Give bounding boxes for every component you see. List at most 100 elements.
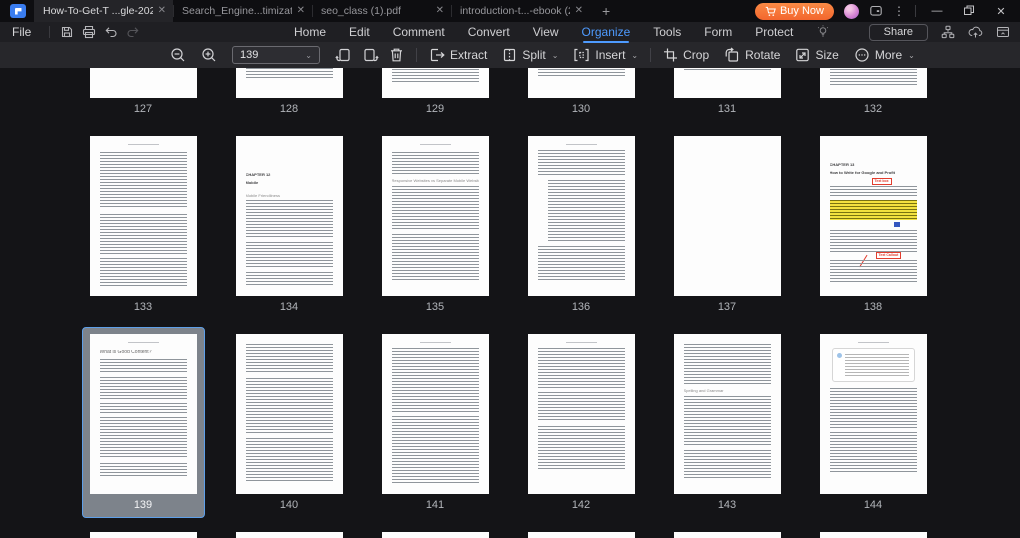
rotate-button[interactable]: Rotate (724, 47, 780, 63)
page-thumbnail[interactable]: CHAPTER 13 How to Write for Google and Pr… (812, 129, 935, 320)
collapse-toolbar-icon[interactable] (996, 25, 1010, 39)
save-icon[interactable] (56, 25, 78, 39)
page-thumbnail[interactable]: 144 (812, 327, 935, 518)
tab-close-icon[interactable]: ✕ (158, 6, 166, 16)
page-thumbnail[interactable]: 136 (520, 129, 643, 320)
user-avatar[interactable] (844, 3, 859, 19)
menu-form[interactable]: Form (704, 22, 732, 42)
page-number-label: 134 (279, 301, 299, 313)
page-preview (819, 334, 927, 494)
page-preview (527, 334, 635, 494)
page-number-label: 128 (279, 103, 299, 115)
redo-icon[interactable] (122, 25, 144, 39)
minimize-button[interactable]: — (926, 5, 948, 17)
buy-now-button[interactable]: Buy Now (754, 2, 834, 20)
chevron-down-icon: ⌄ (305, 50, 312, 60)
menu-home[interactable]: Home (294, 22, 326, 42)
page-thumbnail-cell: 130 (508, 68, 654, 129)
page-thumbnail[interactable]: 149 (666, 525, 789, 538)
page-thumbnail[interactable]: 146 (228, 525, 351, 538)
rotate-icon (725, 47, 739, 62)
page-thumbnail[interactable]: CHAPTER 12 Mobile Mobile Friendliness 134 (228, 129, 351, 320)
page-thumbnail-cell: 129 (362, 68, 508, 129)
page-thumbnail-cell: 149 (654, 525, 800, 538)
thumb-block-heading: Spelling and Grammar (683, 388, 724, 393)
tab-close-icon[interactable]: ✕ (575, 6, 583, 16)
rotate-page-right-icon[interactable] (362, 47, 379, 63)
page-thumbnail-cell: 127 (70, 68, 216, 129)
close-button[interactable]: ✕ (990, 5, 1012, 18)
page-number-label: 131 (717, 103, 737, 115)
crop-button[interactable]: Crop (663, 47, 709, 63)
page-thumbnail-selected[interactable]: What is Good Content? 139 (81, 327, 205, 518)
menu-organize[interactable]: Organize (582, 22, 630, 43)
more-button[interactable]: More ⌄ (854, 47, 915, 63)
zoom-in-icon[interactable] (201, 47, 217, 63)
page-thumbnail[interactable]: 131 (666, 68, 789, 122)
thumb-block-lines (537, 426, 625, 470)
page-number-input[interactable]: 139 ⌄ (232, 46, 320, 64)
menu-edit[interactable]: Edit (349, 22, 370, 42)
undo-icon[interactable] (100, 25, 122, 39)
menu-tools[interactable]: Tools (653, 22, 681, 42)
page-thumbnail[interactable]: 150 (812, 525, 935, 538)
page-thumbnail[interactable]: 140 (228, 327, 351, 518)
cloud-upload-icon[interactable] (968, 25, 983, 39)
zoom-out-icon[interactable] (170, 47, 186, 63)
print-icon[interactable] (78, 25, 100, 39)
menu-comment[interactable]: Comment (393, 22, 445, 42)
page-thumbnail[interactable]: 137 (666, 129, 789, 320)
split-button[interactable]: Split ⌄ (502, 47, 558, 63)
tab-close-icon[interactable]: ✕ (436, 6, 444, 16)
extract-button[interactable]: Extract (429, 47, 487, 63)
share-button[interactable]: Share (868, 23, 928, 41)
new-tab-button[interactable]: + (602, 4, 610, 18)
page-thumbnail[interactable]: 129 (374, 68, 497, 122)
more-options-icon[interactable]: ⋮ (893, 4, 905, 18)
idea-bulb-icon[interactable] (816, 25, 830, 39)
page-number-label: 135 (425, 301, 445, 313)
page-thumbnail[interactable]: 132 (812, 68, 935, 122)
menu-file[interactable]: File (0, 25, 43, 39)
page-preview (527, 136, 635, 296)
page-thumbnail-cell: 136 (508, 129, 654, 327)
menu-convert[interactable]: Convert (468, 22, 510, 42)
delete-page-icon[interactable] (389, 47, 404, 63)
page-thumbnail[interactable]: 130 (520, 68, 643, 122)
thumb-block-heading: Mobile (245, 180, 259, 185)
document-tab-3[interactable]: seo_class (1).pdf ✕ (312, 0, 451, 22)
document-tab-1[interactable]: How-To-Get-T ...gle-2022.pdf * ✕ (34, 0, 173, 22)
page-thumbnail[interactable]: Responsive Websites vs Separate Mobile W… (374, 129, 497, 320)
rotate-page-left-icon[interactable] (335, 47, 352, 63)
thumb-block-hline (565, 144, 597, 145)
menu-view[interactable]: View (533, 22, 559, 42)
page-number-label: 136 (571, 301, 591, 313)
menu-protect[interactable]: Protect (755, 22, 793, 42)
page-thumbnail-cell: 148 (508, 525, 654, 538)
thumb-block-lines (245, 68, 333, 80)
page-thumbnail-cell: 133 (70, 129, 216, 327)
page-thumbnail[interactable]: 127 (82, 68, 205, 122)
document-tab-4[interactable]: introduction-t...-ebook (2).pdf ✕ (451, 0, 590, 22)
chevron-down-icon: ⌄ (551, 50, 559, 60)
page-thumbnail[interactable]: 147 (374, 525, 497, 538)
page-thumbnail[interactable]: 128 (228, 68, 351, 122)
page-thumbnail[interactable]: 142 (520, 327, 643, 518)
size-label: Size (815, 48, 839, 62)
document-tab-2[interactable]: Search_Engine...timization.pdf ✕ (173, 0, 312, 22)
page-thumbnail[interactable]: Spelling and Grammar 143 (666, 327, 789, 518)
insert-button[interactable]: Insert ⌄ (573, 47, 638, 63)
size-button[interactable]: Size (795, 47, 839, 63)
page-thumbnail[interactable]: 133 (82, 129, 205, 320)
page-thumbnail[interactable]: 148 (520, 525, 643, 538)
flowchart-share-icon[interactable] (941, 25, 955, 39)
tab-close-icon[interactable]: ✕ (297, 6, 305, 16)
feedback-icon[interactable] (869, 4, 883, 18)
page-preview (235, 334, 343, 494)
page-thumbnail[interactable]: 141 (374, 327, 497, 518)
page-thumbnail[interactable]: 145 (82, 525, 205, 538)
extract-icon (430, 48, 445, 62)
page-thumbnail-cell: 128 (216, 68, 362, 129)
thumb-block-lines (683, 344, 771, 384)
restore-button[interactable] (958, 5, 980, 17)
